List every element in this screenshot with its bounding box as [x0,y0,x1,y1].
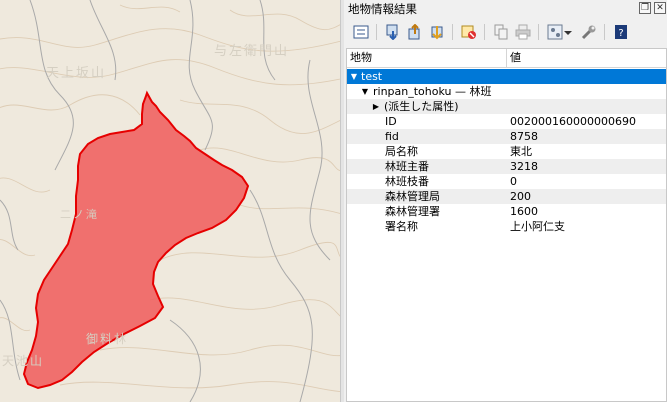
collapse-arrow-icon[interactable]: ▼ [349,69,359,84]
attribute-name: ID [385,115,397,128]
attribute-name: 林班枝番 [385,175,429,188]
map-label: 天上坂山 [46,66,107,81]
toolbar-separator [484,24,485,40]
attribute-name: 局名称 [385,145,418,158]
dropdown-arrow-icon[interactable] [562,21,574,43]
layer-name: test [361,70,383,83]
help-icon[interactable]: ? [610,21,632,43]
toolbar-separator [538,24,539,40]
map-label: 天池山 [2,354,45,368]
close-panel-icon[interactable]: ✕ [654,2,666,14]
map-label: 与左衛門山 [214,44,290,59]
attribute-row[interactable]: 森林管理局 200 [347,189,666,204]
attribute-value: 8758 [510,130,538,143]
feature-row[interactable]: ▼ rinpan_tohoku — 林班 [347,84,666,99]
attribute-name: 森林管理署 [385,205,440,218]
derived-attributes-row[interactable]: ▶ (派生した属性) [347,99,666,114]
identify-results-panel: 地物情報結果 ❐ ✕ ? 地物 値 ▼ test ▼ rinpan_tohoku… [344,0,667,402]
copy-feature-icon[interactable] [490,21,512,43]
toolbar-separator [604,24,605,40]
attribute-value: 200 [510,190,531,203]
derived-label: (派生した属性) [384,100,459,113]
results-tree[interactable]: 地物 値 ▼ test ▼ rinpan_tohoku — 林班 ▶ (派生した… [346,48,667,402]
attribute-row[interactable]: ID 002000160000000690 [347,114,666,129]
attribute-name: fid [385,130,399,143]
expand-new-icon[interactable] [426,21,448,43]
map-canvas[interactable]: 与左衛門山 天上坂山 二ノ滝 御料林 天池山 [0,0,340,402]
expand-tree-icon[interactable] [350,21,372,43]
float-panel-icon[interactable]: ❐ [639,2,651,14]
expand-all-icon[interactable] [382,21,404,43]
svg-text:?: ? [618,28,623,39]
attribute-name: 森林管理局 [385,190,440,203]
layer-row[interactable]: ▼ test [347,69,666,84]
toolbar-separator [376,24,377,40]
tree-header: 地物 値 [347,49,666,68]
attribute-row[interactable]: 署名称 上小阿仁支 [347,219,666,234]
feature-label: rinpan_tohoku — 林班 [373,85,492,98]
attribute-value: 上小阿仁支 [510,220,565,233]
collapse-all-icon[interactable] [404,21,426,43]
attribute-value: 1600 [510,205,538,218]
panel-titlebar: 地物情報結果 ❐ ✕ [344,0,667,16]
attribute-row[interactable]: fid 8758 [347,129,666,144]
column-header-feature[interactable]: 地物 [347,49,507,67]
toolbar-separator [452,24,453,40]
attribute-row[interactable]: 森林管理署 1600 [347,204,666,219]
collapse-arrow-icon[interactable]: ▼ [360,84,370,99]
attribute-value: 東北 [510,145,532,158]
attribute-value: 0 [510,175,517,188]
attribute-row[interactable]: 林班枝番 0 [347,174,666,189]
column-header-value[interactable]: 値 [507,49,666,67]
panel-title: 地物情報結果 [348,2,417,16]
clear-results-icon[interactable] [458,21,480,43]
attribute-value: 002000160000000690 [510,115,636,128]
attribute-value: 3218 [510,160,538,173]
selected-forest-polygon[interactable] [22,90,250,390]
topographic-basemap [0,0,340,402]
attribute-name: 林班主番 [385,160,429,173]
attribute-row[interactable]: 局名称 東北 [347,144,666,159]
identify-toolbar: ? [344,18,667,46]
map-label: 御料林 [86,332,129,346]
attribute-name: 署名称 [385,220,418,233]
expand-arrow-icon[interactable]: ▶ [371,99,381,114]
settings-wrench-icon[interactable] [578,21,600,43]
print-icon[interactable] [512,21,534,43]
polygon-shape [22,90,250,390]
map-label: 二ノ滝 [60,208,99,221]
attribute-row[interactable]: 林班主番 3218 [347,159,666,174]
